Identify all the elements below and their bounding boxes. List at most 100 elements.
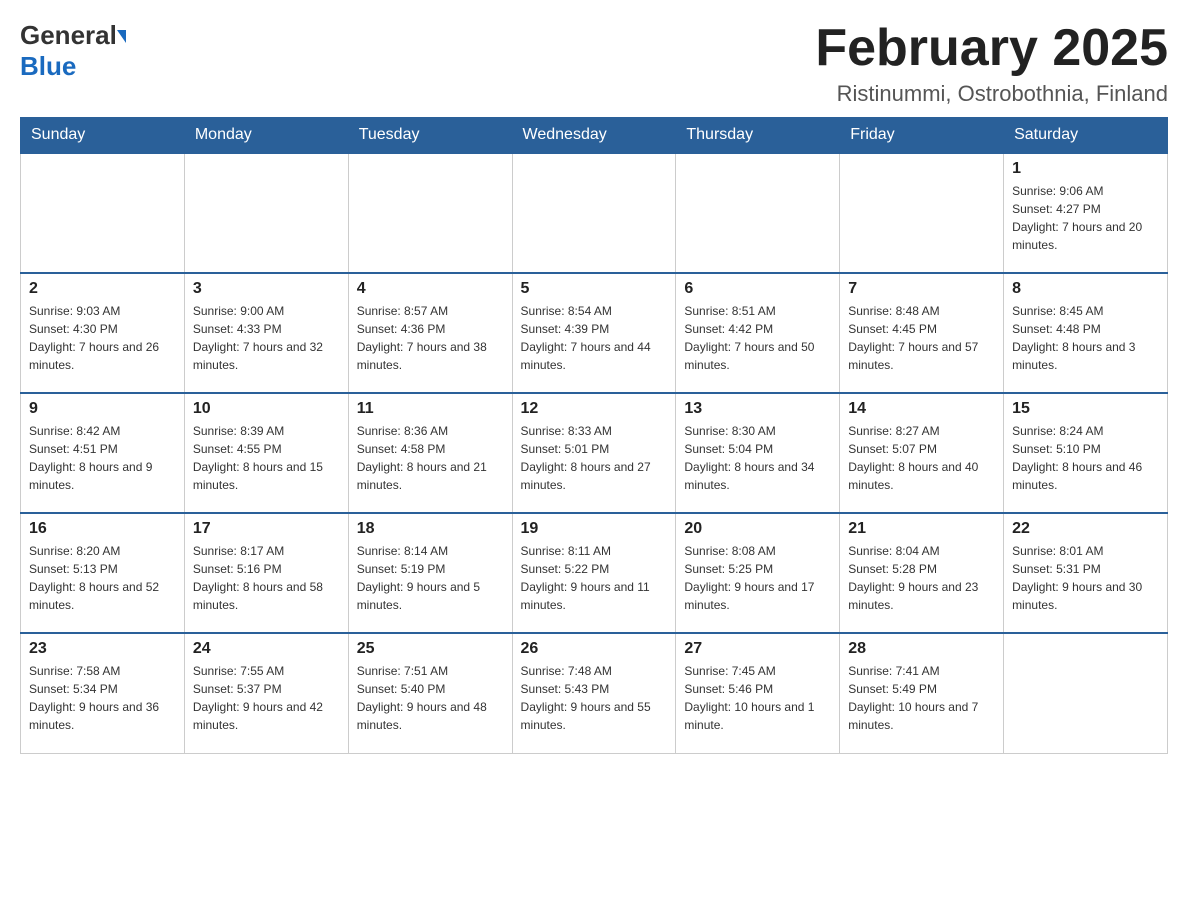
calendar-cell: 3 Sunrise: 9:00 AMSunset: 4:33 PMDaylight… [184, 273, 348, 393]
day-info: Sunrise: 8:20 AMSunset: 5:13 PMDaylight:… [29, 542, 176, 614]
day-info: Sunrise: 7:41 AMSunset: 5:49 PMDaylight:… [848, 662, 995, 734]
logo: General Blue [20, 20, 126, 82]
calendar-cell: 7Sunrise: 8:48 AMSunset: 4:45 PMDaylight… [840, 273, 1004, 393]
day-info: Sunrise: 7:58 AMSunset: 5:34 PMDaylight:… [29, 662, 176, 734]
calendar-cell: 9Sunrise: 8:42 AMSunset: 4:51 PMDaylight… [21, 393, 185, 513]
day-number: 16 [29, 520, 176, 538]
day-number: 19 [521, 520, 668, 538]
day-number: 3 [193, 280, 340, 298]
day-number: 11 [357, 400, 504, 418]
location: Ristinummi, Ostrobothnia, Finland [815, 81, 1168, 107]
day-number: 17 [193, 520, 340, 538]
day-number: 8 [1012, 280, 1159, 298]
day-info: Sunrise: 8:24 AMSunset: 5:10 PMDaylight:… [1012, 422, 1159, 494]
calendar-week-row-1: 1Sunrise: 9:06 AMSunset: 4:27 PMDaylight… [21, 153, 1168, 273]
col-monday: Monday [184, 118, 348, 154]
calendar-cell [1004, 633, 1168, 753]
calendar-cell [840, 153, 1004, 273]
calendar-cell: 17 Sunrise: 8:17 AMSunset: 5:16 PMDayligh… [184, 513, 348, 633]
day-info: Sunrise: 8:33 AMSunset: 5:01 PMDaylight:… [521, 422, 668, 494]
col-wednesday: Wednesday [512, 118, 676, 154]
calendar-week-row-2: 2 Sunrise: 9:03 AMSunset: 4:30 PMDaylight… [21, 273, 1168, 393]
day-number: 5 [521, 280, 668, 298]
day-info: Sunrise: 8:48 AMSunset: 4:45 PMDaylight:… [848, 302, 995, 374]
day-number: 28 [848, 640, 995, 658]
day-number: 25 [357, 640, 504, 658]
day-number: 4 [357, 280, 504, 298]
col-sunday: Sunday [21, 118, 185, 154]
day-number: 22 [1012, 520, 1159, 538]
day-number: 6 [684, 280, 831, 298]
logo-triangle-icon [117, 30, 126, 43]
day-number: 24 [193, 640, 340, 658]
day-info: Sunrise: 8:36 AMSunset: 4:58 PMDaylight:… [357, 422, 504, 494]
day-number: 27 [684, 640, 831, 658]
calendar-cell: 13 Sunrise: 8:30 AMSunset: 5:04 PMDayligh… [676, 393, 840, 513]
col-saturday: Saturday [1004, 118, 1168, 154]
calendar-cell: 16 Sunrise: 8:20 AMSunset: 5:13 PMDayligh… [21, 513, 185, 633]
day-info: Sunrise: 8:17 AMSunset: 5:16 PMDaylight:… [193, 542, 340, 614]
day-info: Sunrise: 8:01 AMSunset: 5:31 PMDaylight:… [1012, 542, 1159, 614]
calendar-cell: 28 Sunrise: 7:41 AMSunset: 5:49 PMDayligh… [840, 633, 1004, 753]
day-info: Sunrise: 8:30 AMSunset: 5:04 PMDaylight:… [684, 422, 831, 494]
day-info: Sunrise: 8:51 AMSunset: 4:42 PMDaylight:… [684, 302, 831, 374]
logo-general-text: General [20, 20, 117, 51]
calendar-cell: 8 Sunrise: 8:45 AMSunset: 4:48 PMDaylight… [1004, 273, 1168, 393]
calendar-cell: 27Sunrise: 7:45 AMSunset: 5:46 PMDayligh… [676, 633, 840, 753]
calendar-cell: 24 Sunrise: 7:55 AMSunset: 5:37 PMDayligh… [184, 633, 348, 753]
calendar-cell [676, 153, 840, 273]
page-container: General Blue February 2025 Ristinummi, O… [20, 20, 1168, 754]
day-info: Sunrise: 8:45 AMSunset: 4:48 PMDaylight:… [1012, 302, 1159, 374]
day-info: Sunrise: 9:03 AMSunset: 4:30 PMDaylight:… [29, 302, 176, 374]
calendar-cell: 15 Sunrise: 8:24 AMSunset: 5:10 PMDayligh… [1004, 393, 1168, 513]
day-info: Sunrise: 8:42 AMSunset: 4:51 PMDaylight:… [29, 422, 176, 494]
day-info: Sunrise: 7:55 AMSunset: 5:37 PMDaylight:… [193, 662, 340, 734]
header: General Blue February 2025 Ristinummi, O… [20, 20, 1168, 107]
day-info: Sunrise: 8:39 AMSunset: 4:55 PMDaylight:… [193, 422, 340, 494]
day-info: Sunrise: 8:04 AMSunset: 5:28 PMDaylight:… [848, 542, 995, 614]
day-info: Sunrise: 9:00 AMSunset: 4:33 PMDaylight:… [193, 302, 340, 374]
day-info: Sunrise: 8:14 AMSunset: 5:19 PMDaylight:… [357, 542, 504, 614]
calendar-cell: 2 Sunrise: 9:03 AMSunset: 4:30 PMDaylight… [21, 273, 185, 393]
calendar-cell: 12 Sunrise: 8:33 AMSunset: 5:01 PMDayligh… [512, 393, 676, 513]
day-number: 20 [684, 520, 831, 538]
calendar-table: Sunday Monday Tuesday Wednesday Thursday… [20, 117, 1168, 754]
day-number: 10 [193, 400, 340, 418]
day-number: 2 [29, 280, 176, 298]
title-section: February 2025 Ristinummi, Ostrobothnia, … [815, 20, 1168, 107]
calendar-cell: 11 Sunrise: 8:36 AMSunset: 4:58 PMDayligh… [348, 393, 512, 513]
day-number: 26 [521, 640, 668, 658]
day-number: 13 [684, 400, 831, 418]
day-info: Sunrise: 8:08 AMSunset: 5:25 PMDaylight:… [684, 542, 831, 614]
day-number: 15 [1012, 400, 1159, 418]
calendar-cell: 4 Sunrise: 8:57 AMSunset: 4:36 PMDaylight… [348, 273, 512, 393]
day-info: Sunrise: 8:11 AMSunset: 5:22 PMDaylight:… [521, 542, 668, 614]
calendar-header-row: Sunday Monday Tuesday Wednesday Thursday… [21, 118, 1168, 154]
day-number: 14 [848, 400, 995, 418]
calendar-cell [348, 153, 512, 273]
day-number: 21 [848, 520, 995, 538]
day-info: Sunrise: 8:27 AMSunset: 5:07 PMDaylight:… [848, 422, 995, 494]
day-number: 1 [1012, 160, 1159, 178]
day-info: Sunrise: 7:51 AMSunset: 5:40 PMDaylight:… [357, 662, 504, 734]
day-number: 18 [357, 520, 504, 538]
calendar-cell: 18 Sunrise: 8:14 AMSunset: 5:19 PMDayligh… [348, 513, 512, 633]
logo-blue-text: Blue [20, 51, 76, 81]
day-number: 12 [521, 400, 668, 418]
month-title: February 2025 [815, 20, 1168, 77]
calendar-week-row-4: 16 Sunrise: 8:20 AMSunset: 5:13 PMDayligh… [21, 513, 1168, 633]
calendar-cell: 26Sunrise: 7:48 AMSunset: 5:43 PMDayligh… [512, 633, 676, 753]
calendar-cell: 6 Sunrise: 8:51 AMSunset: 4:42 PMDaylight… [676, 273, 840, 393]
calendar-week-row-5: 23 Sunrise: 7:58 AMSunset: 5:34 PMDayligh… [21, 633, 1168, 753]
col-thursday: Thursday [676, 118, 840, 154]
day-info: Sunrise: 8:57 AMSunset: 4:36 PMDaylight:… [357, 302, 504, 374]
calendar-cell: 23 Sunrise: 7:58 AMSunset: 5:34 PMDayligh… [21, 633, 185, 753]
col-tuesday: Tuesday [348, 118, 512, 154]
calendar-cell: 20 Sunrise: 8:08 AMSunset: 5:25 PMDayligh… [676, 513, 840, 633]
col-friday: Friday [840, 118, 1004, 154]
calendar-cell [512, 153, 676, 273]
day-number: 23 [29, 640, 176, 658]
calendar-cell: 10 Sunrise: 8:39 AMSunset: 4:55 PMDayligh… [184, 393, 348, 513]
calendar-cell: 21 Sunrise: 8:04 AMSunset: 5:28 PMDayligh… [840, 513, 1004, 633]
calendar-cell: 22 Sunrise: 8:01 AMSunset: 5:31 PMDayligh… [1004, 513, 1168, 633]
